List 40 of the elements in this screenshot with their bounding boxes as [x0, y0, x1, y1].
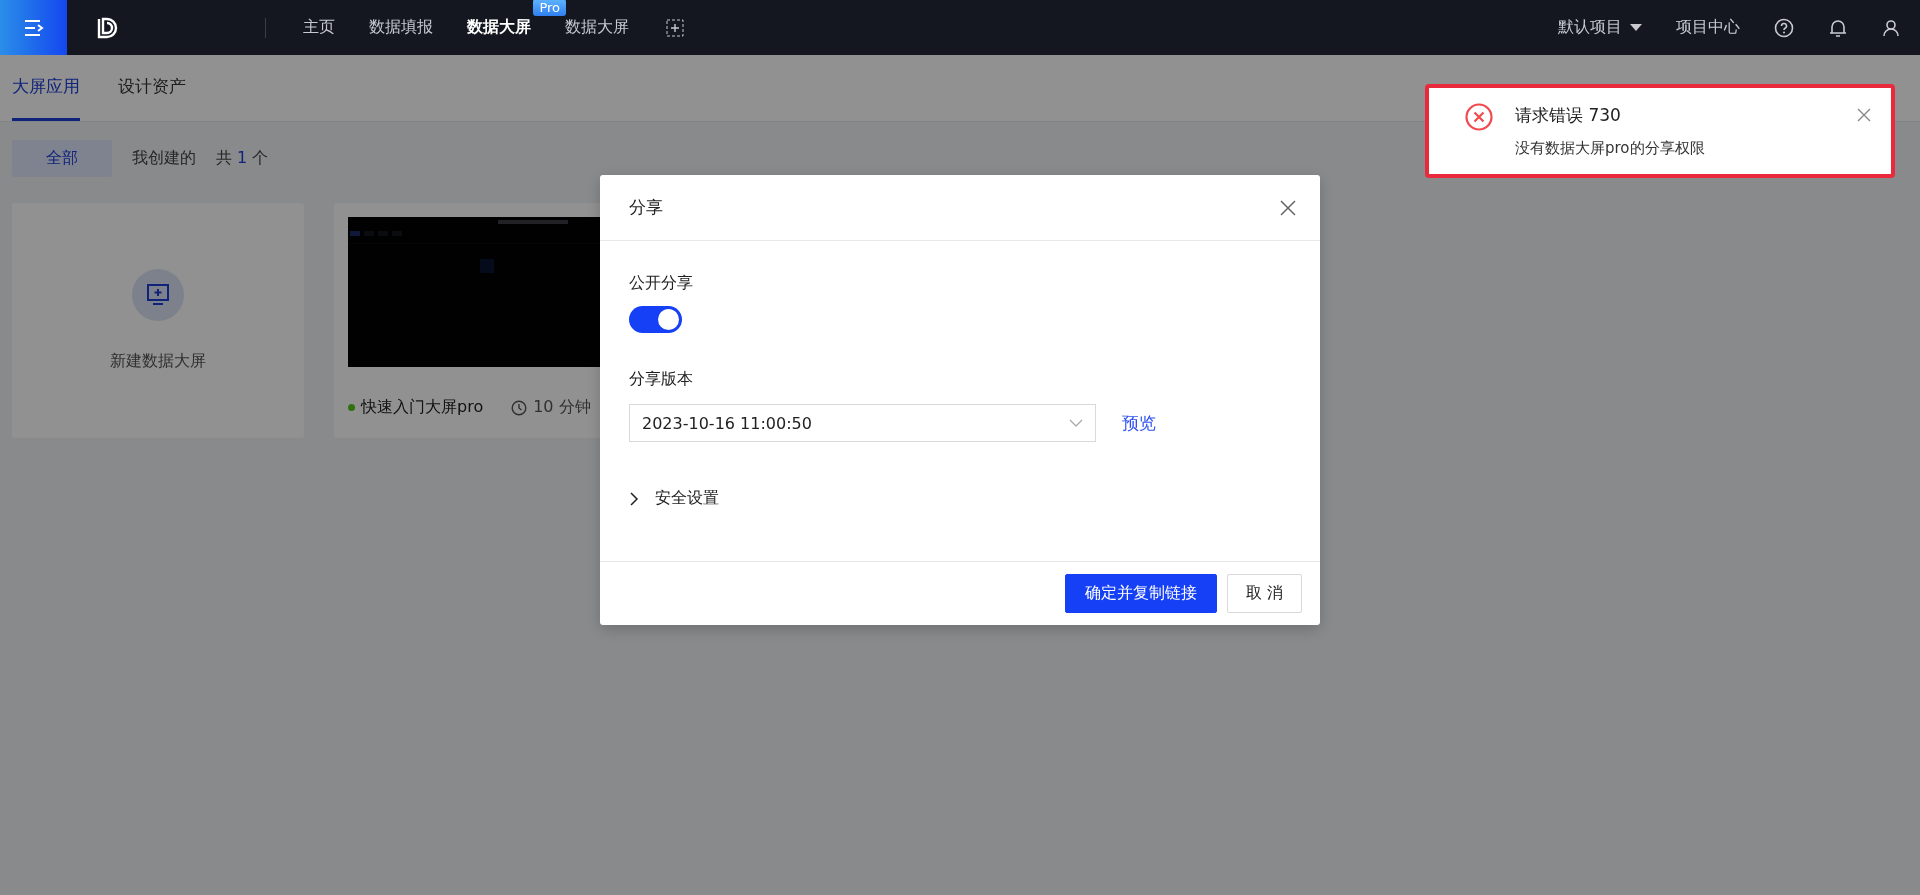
filter-tab[interactable]: 我创建的 [132, 140, 196, 177]
field-label: 分享版本 [629, 369, 694, 390]
item-count: 共 1 个 [216, 148, 269, 169]
preview-link[interactable]: 预览 [1122, 411, 1156, 435]
help-icon[interactable] [1774, 17, 1794, 38]
nav-tab[interactable]: 主页 [286, 17, 352, 38]
cancel-button[interactable]: 取 消 [1226, 574, 1302, 613]
close-icon[interactable] [1857, 108, 1871, 122]
confirm-copy-button[interactable]: 确定并复制链接 [1064, 574, 1217, 613]
notification-message: 没有数据大屏pro的分享权限 [1515, 139, 1706, 158]
caret-icon [1630, 23, 1642, 32]
error-icon [1465, 103, 1493, 131]
filter-tab[interactable]: 全部 [12, 140, 112, 177]
new-screen-card[interactable]: 新建数据大屏 [12, 203, 304, 438]
logo-icon [95, 15, 119, 40]
add-screen-icon [132, 269, 184, 321]
clock-icon [511, 399, 528, 416]
nav-tab[interactable]: 数据填报 [352, 17, 450, 38]
app-name: 快速入门大屏pro [361, 397, 484, 418]
user-icon[interactable] [1882, 18, 1900, 37]
edit-time: 10 分钟 [511, 397, 591, 418]
version-select[interactable]: 2023-10-16 11:00:50 [629, 404, 1096, 442]
new-screen-label: 新建数据大屏 [110, 351, 206, 372]
public-share-switch[interactable] [629, 306, 682, 333]
security-settings-toggle[interactable]: 安全设置 [629, 488, 1291, 509]
project-center-link[interactable]: 项目中心 [1676, 17, 1740, 38]
menu-button[interactable] [0, 0, 67, 55]
menu-icon [22, 18, 45, 37]
chevron-right-icon [629, 491, 639, 506]
bell-icon[interactable] [1828, 17, 1848, 38]
project-dropdown[interactable]: 默认项目 [1558, 17, 1642, 38]
chevron-down-icon [1069, 419, 1083, 427]
notification-title: 请求错误 730 [1515, 104, 1622, 127]
field-label: 公开分享 [629, 273, 694, 294]
section-tab[interactable]: 大屏应用 [12, 75, 80, 121]
pro-badge: Pro [533, 0, 566, 16]
nav-tab[interactable]: 数据大屏 [548, 17, 646, 38]
add-tab-icon[interactable] [666, 18, 684, 37]
close-icon[interactable] [1280, 199, 1296, 216]
section-tab[interactable]: 设计资产 [118, 75, 186, 121]
